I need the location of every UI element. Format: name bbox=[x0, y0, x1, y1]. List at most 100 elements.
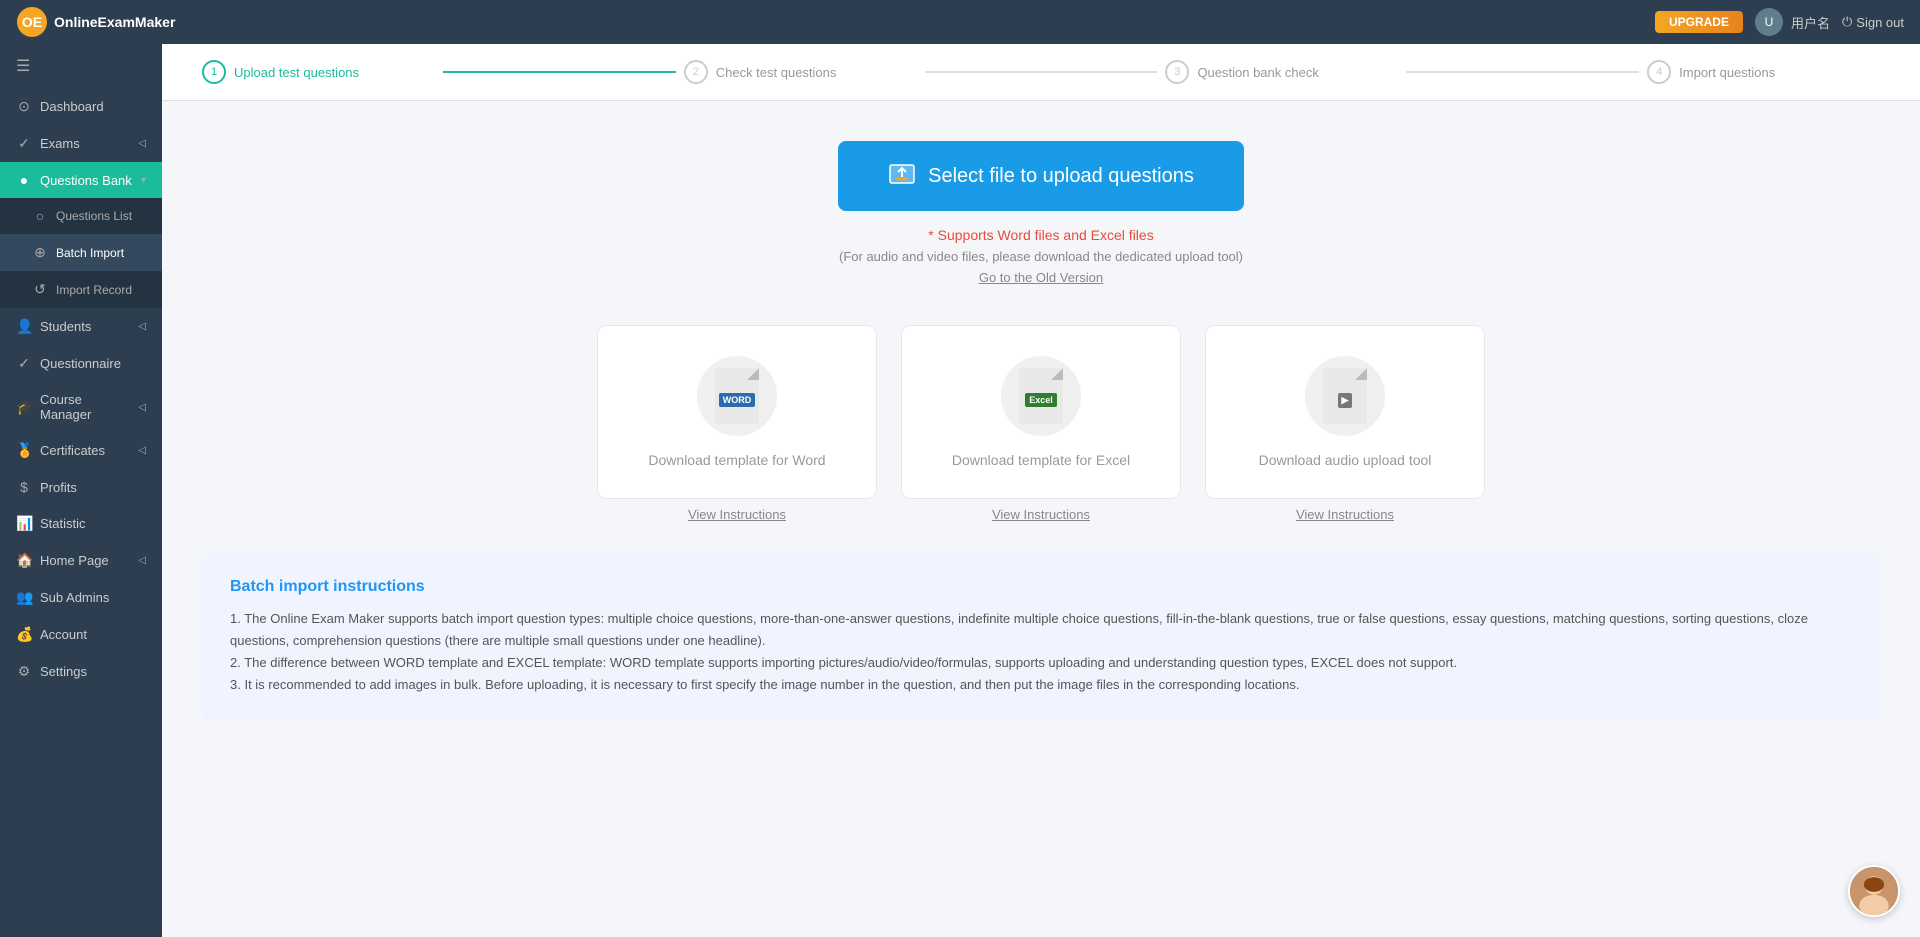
sidebar-item-import-record[interactable]: ↺ Import Record bbox=[0, 271, 162, 308]
step-2-label: Check test questions bbox=[716, 65, 837, 80]
select-file-label: Select file to upload questions bbox=[928, 165, 1194, 188]
instructions-title: Batch import instructions bbox=[230, 578, 1852, 596]
logo-text: OnlineExamMaker bbox=[54, 14, 175, 30]
sidebar-item-label: Questions Bank bbox=[40, 173, 132, 188]
word-card-wrapper: WORD Download template for Word View Ins… bbox=[597, 325, 877, 522]
sidebar-item-label: Exams bbox=[40, 136, 80, 151]
sidebar-item-account[interactable]: 💰 Account bbox=[0, 616, 162, 653]
home-icon: 🏠 bbox=[16, 552, 32, 569]
hamburger-button[interactable]: ☰ bbox=[0, 44, 162, 88]
excel-download-label: Download template for Excel bbox=[942, 452, 1140, 468]
sidebar-item-settings[interactable]: ⚙ Settings bbox=[0, 653, 162, 690]
account-icon: 💰 bbox=[16, 626, 32, 643]
dashboard-icon: ⊙ bbox=[16, 98, 32, 115]
step-line-1 bbox=[443, 71, 676, 73]
layout: ☰ ⊙ Dashboard ✓ Exams ◁ ● Questions Bank… bbox=[0, 44, 1920, 937]
select-file-button[interactable]: Select file to upload questions bbox=[838, 141, 1244, 211]
floating-avatar[interactable] bbox=[1848, 865, 1900, 917]
sidebar-item-dashboard[interactable]: ⊙ Dashboard bbox=[0, 88, 162, 125]
profits-icon: $ bbox=[16, 479, 32, 495]
word-view-instructions[interactable]: View Instructions bbox=[597, 507, 877, 522]
certificates-icon: 🏅 bbox=[16, 442, 32, 459]
sidebar-item-questions-bank[interactable]: ● Questions Bank ▾ bbox=[0, 162, 162, 198]
exams-icon: ✓ bbox=[16, 135, 32, 152]
sidebar-subitem-label: Questions List bbox=[56, 209, 132, 223]
word-download-label: Download template for Word bbox=[638, 452, 836, 468]
sidebar-item-profits[interactable]: $ Profits bbox=[0, 469, 162, 505]
sidebar-item-label: Statistic bbox=[40, 516, 86, 531]
step-line-2 bbox=[925, 71, 1158, 73]
step-3: 3 Question bank check bbox=[1165, 60, 1398, 84]
step-2: 2 Check test questions bbox=[684, 60, 917, 84]
file-corner bbox=[1355, 368, 1367, 380]
file-corner bbox=[1051, 368, 1063, 380]
excel-label: Excel bbox=[1025, 393, 1057, 407]
sidebar-item-label: Settings bbox=[40, 664, 87, 679]
user-area: U 用户名 bbox=[1755, 8, 1830, 36]
chevron-right-icon: ◁ bbox=[138, 402, 146, 413]
excel-view-instructions[interactable]: View Instructions bbox=[901, 507, 1181, 522]
word-download-card[interactable]: WORD Download template for Word bbox=[597, 325, 877, 499]
excel-download-card[interactable]: Excel Download template for Excel bbox=[901, 325, 1181, 499]
sidebar-item-home-page[interactable]: 🏠 Home Page ◁ bbox=[0, 542, 162, 579]
upload-icon bbox=[888, 159, 916, 193]
sidebar-item-label: Course Manager bbox=[40, 392, 130, 422]
sidebar-item-students[interactable]: 👤 Students ◁ bbox=[0, 308, 162, 345]
audio-view-instructions[interactable]: View Instructions bbox=[1205, 507, 1485, 522]
sub-admins-icon: 👥 bbox=[16, 589, 32, 606]
sidebar-item-label: Home Page bbox=[40, 553, 109, 568]
batch-icon: ⊕ bbox=[32, 244, 48, 261]
word-file-icon-wrapper: WORD bbox=[697, 356, 777, 436]
sidebar-item-exams[interactable]: ✓ Exams ◁ bbox=[0, 125, 162, 162]
instruction-line-2: 2. The difference between WORD template … bbox=[230, 652, 1852, 674]
audio-download-card[interactable]: ▶ Download audio upload tool bbox=[1205, 325, 1485, 499]
sidebar-item-label: Questionnaire bbox=[40, 356, 121, 371]
file-corner bbox=[747, 368, 759, 380]
sidebar-item-label: Sub Admins bbox=[40, 590, 109, 605]
step-1-label: Upload test questions bbox=[234, 65, 359, 80]
stepper: 1 Upload test questions 2 Check test que… bbox=[162, 44, 1920, 101]
download-cards: WORD Download template for Word View Ins… bbox=[202, 325, 1880, 522]
word-label: WORD bbox=[719, 393, 756, 407]
questionnaire-icon: ✓ bbox=[16, 355, 32, 372]
audio-card-wrapper: ▶ Download audio upload tool View Instru… bbox=[1205, 325, 1485, 522]
sidebar-item-sub-admins[interactable]: 👥 Sub Admins bbox=[0, 579, 162, 616]
signout-button[interactable]: ⏻ Sign out bbox=[1842, 14, 1904, 30]
chevron-right-icon: ◁ bbox=[138, 321, 146, 332]
questions-bank-submenu: ○ Questions List ⊕ Batch Import ↺ Import… bbox=[0, 198, 162, 308]
instructions-text: 1. The Online Exam Maker supports batch … bbox=[230, 608, 1852, 696]
step-4-label: Import questions bbox=[1679, 65, 1775, 80]
audio-file-icon: ▶ bbox=[1323, 368, 1367, 424]
sidebar-item-questionnaire[interactable]: ✓ Questionnaire bbox=[0, 345, 162, 382]
chevron-right-icon: ◁ bbox=[138, 138, 146, 149]
students-icon: 👤 bbox=[16, 318, 32, 335]
chevron-right-icon: ◁ bbox=[138, 555, 146, 566]
step-1-circle: 1 bbox=[202, 60, 226, 84]
sidebar-item-label: Account bbox=[40, 627, 87, 642]
audio-label: ▶ bbox=[1338, 393, 1353, 408]
sidebar-subitem-label: Import Record bbox=[56, 283, 132, 297]
sidebar-item-certificates[interactable]: 🏅 Certificates ◁ bbox=[0, 432, 162, 469]
sidebar-item-questions-list[interactable]: ○ Questions List bbox=[0, 198, 162, 234]
upgrade-button[interactable]: UPGRADE bbox=[1655, 11, 1743, 33]
user-name: 用户名 bbox=[1791, 13, 1830, 32]
audio-file-icon-wrapper: ▶ bbox=[1305, 356, 1385, 436]
upload-section: Select file to upload questions * Suppor… bbox=[202, 141, 1880, 285]
sidebar: ☰ ⊙ Dashboard ✓ Exams ◁ ● Questions Bank… bbox=[0, 44, 162, 937]
sidebar-item-statistic[interactable]: 📊 Statistic bbox=[0, 505, 162, 542]
sidebar-item-batch-import[interactable]: ⊕ Batch Import bbox=[0, 234, 162, 271]
sidebar-item-label: Dashboard bbox=[40, 99, 104, 114]
statistic-icon: 📊 bbox=[16, 515, 32, 532]
step-1: 1 Upload test questions bbox=[202, 60, 435, 84]
sidebar-item-course-manager[interactable]: 🎓 Course Manager ◁ bbox=[0, 382, 162, 432]
topbar: OE OnlineExamMaker UPGRADE U 用户名 ⏻ Sign … bbox=[0, 0, 1920, 44]
record-icon: ↺ bbox=[32, 281, 48, 298]
logo-icon: OE bbox=[16, 6, 48, 38]
excel-file-icon: Excel bbox=[1019, 368, 1063, 424]
upload-note: * Supports Word files and Excel files bbox=[202, 227, 1880, 243]
chevron-down-icon: ▾ bbox=[141, 175, 146, 186]
sidebar-subitem-label: Batch Import bbox=[56, 246, 124, 260]
old-version-link[interactable]: Go to the Old Version bbox=[202, 270, 1880, 285]
step-4: 4 Import questions bbox=[1647, 60, 1880, 84]
list-icon: ○ bbox=[32, 208, 48, 224]
